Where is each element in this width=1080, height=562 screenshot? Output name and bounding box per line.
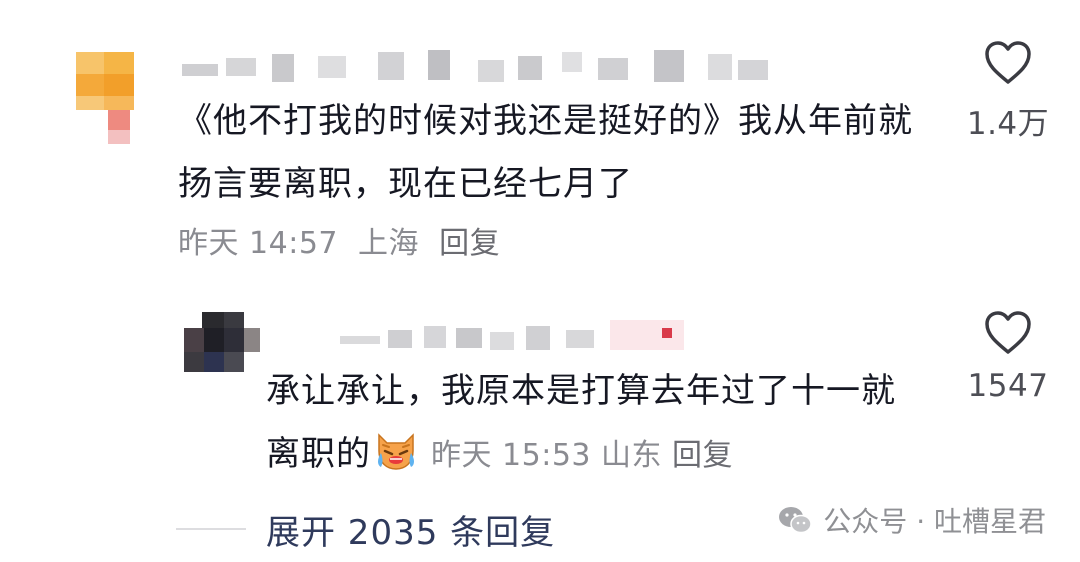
like-button[interactable]: 1547 (953, 310, 1063, 404)
watermark: 公众号 · 吐槽星君 (777, 500, 1046, 540)
username-blurred[interactable] (178, 40, 778, 84)
comment-location: 上海 (358, 226, 420, 261)
username-blurred[interactable] (340, 318, 700, 352)
heart-outline-icon (985, 311, 1031, 354)
like-count: 1547 (967, 368, 1049, 404)
expand-replies-label: 展开 2035 条回复 (266, 512, 556, 553)
comment-text: 《他不打我的时候对我还是挺好的》我从年前就扬言要离职，现在已经七月了 (178, 101, 913, 204)
avatar[interactable] (184, 312, 260, 372)
crying-cat-emoji-icon (378, 433, 414, 470)
watermark-text: 公众号 · 吐槽星君 (823, 505, 1046, 538)
comment-meta: 昨天 15:53 山东 回复 (431, 438, 743, 473)
like-button[interactable]: 1.4万 (953, 40, 1063, 143)
wechat-icon (779, 507, 813, 534)
reply-button[interactable]: 回复 (439, 226, 500, 261)
like-count: 1.4万 (966, 106, 1050, 142)
comment-meta: 昨天 14:57 上海 回复 (178, 222, 510, 266)
comment-text: 承让承让，我原本是打算去年过了十一就离职的 昨天 15:53 山东 回复 (266, 360, 906, 487)
heart-outline-icon (985, 41, 1031, 84)
expand-replies-button[interactable]: 展开 2035 条回复 (176, 504, 555, 554)
comment-time: 昨天 15:53 (431, 438, 591, 473)
divider-line (176, 528, 246, 530)
avatar[interactable] (76, 52, 134, 144)
reply-button[interactable]: 回复 (672, 438, 733, 473)
comment-time: 昨天 14:57 (178, 226, 338, 261)
comment-location: 山东 (601, 438, 662, 473)
